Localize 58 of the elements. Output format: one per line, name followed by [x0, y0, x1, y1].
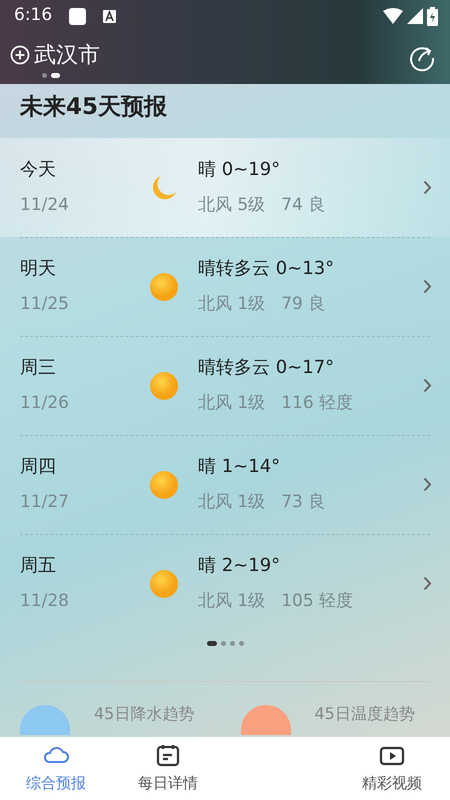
- date-label: 11/28: [20, 590, 70, 614]
- tab[interactable]: 综合预报: [0, 741, 112, 796]
- day-label: 周三: [20, 356, 57, 380]
- date-label: 11/26: [20, 392, 70, 416]
- weather-condition: 晴 0~19°: [198, 158, 282, 182]
- sun-icon: [150, 470, 178, 498]
- day-label: 今天: [20, 158, 57, 182]
- sun-icon: [150, 272, 178, 300]
- aqi-label: 116 轻度: [281, 392, 354, 416]
- weather-condition: 晴 1~14°: [198, 455, 282, 480]
- signal-icon: [407, 8, 423, 24]
- tab[interactable]: 精彩视频: [336, 741, 448, 796]
- wind-label: 北风 1级: [198, 590, 266, 614]
- day-row[interactable]: 今天 11/24 晴 0~19° 北风 5级 74 良: [0, 138, 450, 237]
- wind-label: 北风 1级: [198, 491, 266, 514]
- wind-label: 北风 1级: [198, 293, 266, 316]
- chevron-icon[interactable]: [423, 378, 432, 393]
- wind-label: 北风 1级: [198, 392, 266, 416]
- notification-icon: [103, 10, 116, 22]
- date-label: 11/27: [20, 491, 70, 514]
- aqi-label: 105 轻度: [281, 590, 354, 614]
- chevron-icon[interactable]: [423, 180, 432, 195]
- day-row[interactable]: 周三 11/26 晴转多云 0~17° 北风 1级 116 轻度: [0, 336, 450, 435]
- moon-icon: [152, 175, 176, 200]
- page-dot[interactable]: [220, 640, 226, 646]
- section-title: 未来45天预报: [18, 93, 168, 122]
- add-icon[interactable]: [10, 45, 30, 65]
- page-dot[interactable]: [238, 640, 244, 646]
- day-label: 明天: [20, 257, 57, 282]
- city-name[interactable]: 武汉市: [34, 38, 100, 72]
- chevron-icon[interactable]: [423, 477, 432, 492]
- aqi-label: 73 良: [281, 491, 326, 514]
- aqi-label: 79 良: [281, 293, 326, 316]
- page-dot[interactable]: [230, 640, 234, 646]
- date-label: 11/25: [20, 293, 70, 316]
- sun-icon: [150, 570, 178, 598]
- day-label: 周五: [20, 554, 57, 578]
- chevron-icon[interactable]: [423, 279, 432, 294]
- battery-icon: [427, 6, 438, 26]
- wifi-icon: [383, 8, 403, 24]
- weather-condition: 晴 2~19°: [198, 554, 282, 578]
- notification-icon: [68, 6, 88, 26]
- share-icon[interactable]: [408, 44, 436, 72]
- weather-condition: 晴转多云 0~17°: [198, 356, 336, 380]
- status-time: 6:16: [14, 4, 52, 28]
- day-row[interactable]: 周四 11/27 晴 1~14° 北风 1级 73 良: [0, 435, 450, 534]
- aqi-label: 74 良: [281, 194, 326, 218]
- day-row[interactable]: 周五 11/28 晴 2~19° 北风 1级 105 轻度: [0, 534, 450, 633]
- chevron-icon[interactable]: [423, 576, 432, 591]
- tab[interactable]: 每日详情: [112, 741, 224, 796]
- page-dot[interactable]: [42, 72, 47, 78]
- day-label: 周四: [20, 455, 57, 480]
- wind-label: 北风 5级: [198, 194, 266, 218]
- sun-icon: [150, 372, 178, 400]
- weather-condition: 晴转多云 0~13°: [198, 257, 336, 282]
- day-row[interactable]: 明天 11/25 晴转多云 0~13° 北风 1级 79 良: [0, 237, 450, 336]
- calendar-icon: [154, 742, 182, 768]
- date-label: 11/24: [20, 194, 70, 218]
